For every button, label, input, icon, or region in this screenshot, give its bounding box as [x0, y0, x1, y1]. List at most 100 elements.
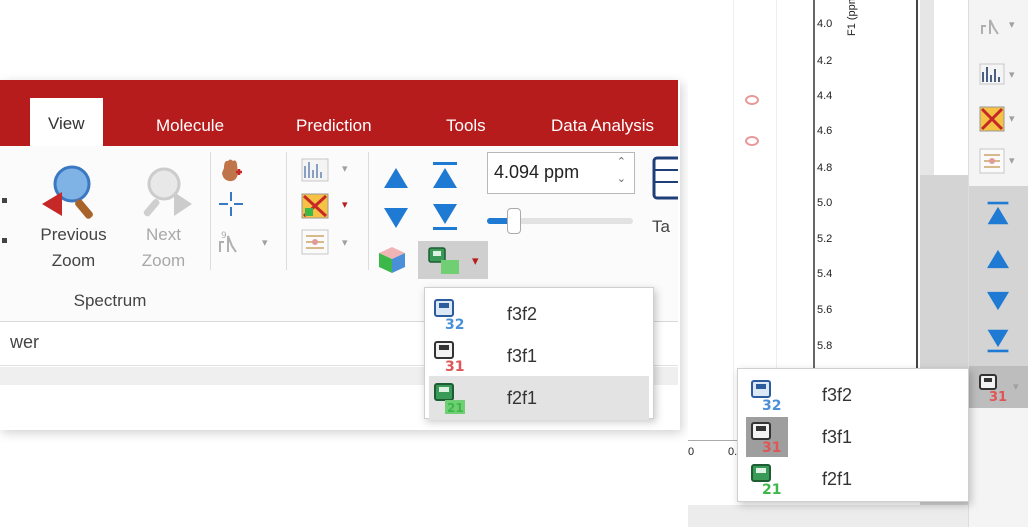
crosshair-icon[interactable] — [216, 190, 246, 218]
contour-peak — [745, 95, 759, 105]
y-tick-label: 5.4 — [817, 268, 833, 280]
y-tick-label: 5.6 — [817, 304, 833, 316]
projection-menu: 32 f3f2 31 f3f1 21 f2f1 — [424, 287, 654, 420]
projection-number: 32 — [445, 317, 464, 332]
next-zoom-label-1: Next — [146, 225, 181, 244]
slider-thumb[interactable] — [507, 208, 521, 234]
vertical-toolbar: ▾ ▾ ▾ ▾ 31 ▾ — [968, 0, 1028, 527]
menu-item-label: f3f2 — [822, 385, 853, 405]
chevron-down-icon[interactable]: ▾ — [1009, 154, 1015, 167]
next-zoom-label-2: Zoom — [141, 251, 186, 270]
group-separator — [210, 152, 211, 270]
menu-item-label: f3f1 — [822, 427, 853, 447]
previous-zoom-button[interactable]: Previous Zoom — [26, 154, 121, 274]
tab-data-analysis[interactable]: Data Analysis — [545, 105, 660, 146]
group-separator — [368, 152, 369, 270]
ribbon-tab-bar: View Molecule Prediction Tools Data Anal… — [0, 80, 678, 146]
move-up-icon[interactable] — [382, 166, 410, 190]
toolbar-nav-group — [969, 186, 1028, 366]
x-tick-label: 0. — [728, 446, 738, 458]
next-zoom-icon — [143, 167, 192, 217]
peak-pick-icon[interactable]: 9 — [216, 228, 246, 256]
move-down-icon[interactable] — [985, 290, 1011, 312]
projection-f3f2-icon: 32 — [751, 380, 781, 413]
move-bottom-icon[interactable] — [430, 202, 460, 232]
spin-down-icon[interactable]: ⌄ — [617, 172, 626, 185]
spectrum-group-label: Spectrum — [73, 291, 147, 310]
spectrum-display-icon[interactable] — [979, 62, 1005, 86]
spectrum-display-icon[interactable] — [300, 156, 330, 184]
table-label: Ta — [652, 217, 670, 236]
tab-view[interactable]: View — [30, 98, 103, 146]
projection-number: 31 — [762, 440, 781, 455]
ppm-spinbox[interactable]: 4.094 ppm ⌃ ⌄ — [487, 152, 635, 194]
y-tick-label: 4.4 — [817, 90, 833, 102]
menu-item-f2f1[interactable]: 21 f2f1 — [429, 376, 649, 420]
dot-icon — [2, 238, 7, 243]
y-tick-label: 4.0 — [817, 18, 833, 30]
menu-item-f3f2[interactable]: 32 f3f2 — [429, 292, 649, 336]
menu-item-label: f3f1 — [507, 346, 538, 366]
projection-f2f1-icon — [428, 247, 459, 274]
chevron-down-icon[interactable]: ▾ — [342, 236, 348, 249]
projection-button[interactable]: 31 ▾ — [969, 366, 1028, 408]
projection-f3f1-icon: 31 — [434, 341, 464, 374]
horizontal-scrollbar[interactable] — [688, 505, 968, 527]
y-tick-label: 5.0 — [817, 197, 833, 209]
previous-zoom-label-1: Previous — [40, 225, 107, 244]
projection-f3f2-icon: 32 — [434, 299, 464, 332]
menu-item-label: f2f1 — [507, 388, 538, 408]
chevron-down-icon[interactable]: ▾ — [262, 236, 268, 249]
projection-button[interactable]: ▾ — [418, 241, 488, 279]
table-icon[interactable] — [652, 156, 678, 200]
previous-zoom-icon — [42, 165, 93, 219]
menu-item-f3f1[interactable]: 31 f3f1 — [742, 415, 964, 459]
projection-f3f1-icon: 31 — [751, 422, 781, 455]
chevron-down-icon[interactable]: ▾ — [1009, 18, 1015, 31]
chevron-down-icon[interactable]: ▾ — [342, 162, 348, 175]
pan-hand-icon[interactable] — [216, 156, 246, 184]
move-bottom-icon[interactable] — [985, 328, 1011, 354]
tab-prediction[interactable]: Prediction — [290, 105, 378, 146]
chevron-down-icon[interactable]: ▾ — [1009, 112, 1015, 125]
tab-molecule[interactable]: Molecule — [150, 105, 230, 146]
projection-f2f1-icon: 21 — [751, 464, 781, 497]
viewer-label: wer — [10, 332, 40, 352]
ppm-value: 4.094 ppm — [494, 162, 580, 182]
chevron-down-icon: ▾ — [472, 253, 479, 268]
stacked-plot-icon[interactable] — [979, 148, 1005, 174]
peak-pick-icon[interactable] — [979, 14, 1005, 36]
menu-item-f2f1[interactable]: 21 f2f1 — [742, 457, 964, 501]
move-top-icon[interactable] — [430, 160, 460, 190]
contour-map-icon[interactable] — [979, 106, 1005, 132]
svg-text:9: 9 — [221, 231, 227, 241]
chevron-down-icon[interactable]: ▾ — [342, 198, 348, 211]
previous-zoom-label-2: Zoom — [51, 251, 96, 270]
cube-3d-icon[interactable] — [376, 244, 408, 276]
chevron-down-icon[interactable]: ▾ — [1009, 68, 1015, 81]
menu-item-f3f1[interactable]: 31 f3f1 — [429, 334, 649, 378]
menu-item-label: f2f1 — [822, 469, 853, 489]
tab-tools[interactable]: Tools — [440, 105, 492, 146]
spin-up-icon[interactable]: ⌃ — [617, 155, 626, 168]
group-separator — [286, 152, 287, 270]
move-top-icon[interactable] — [985, 200, 1011, 226]
y-tick-label: 4.2 — [817, 55, 833, 67]
grid-line — [733, 0, 734, 440]
projection-f2f1-icon: 21 — [434, 383, 465, 415]
menu-item-label: f3f2 — [507, 304, 538, 324]
ppm-slider[interactable] — [487, 208, 633, 234]
contour-peak — [745, 136, 759, 146]
contour-map-icon[interactable] — [300, 192, 330, 220]
next-zoom-button[interactable]: Next Zoom — [126, 154, 201, 274]
chevron-down-icon: ▾ — [1013, 381, 1019, 393]
move-up-icon[interactable] — [985, 248, 1011, 270]
vertical-scrollbar[interactable] — [920, 0, 934, 175]
menu-item-f3f2[interactable]: 32 f3f2 — [742, 373, 964, 417]
projection-number: 31 — [445, 359, 464, 374]
y-tick-label: 5.8 — [817, 340, 833, 352]
move-down-icon[interactable] — [382, 206, 410, 230]
projection-f3f1-icon: 31 — [979, 374, 1007, 402]
projection-menu: 32 f3f2 31 f3f1 21 f2f1 — [737, 368, 969, 502]
stacked-plot-icon[interactable] — [300, 228, 330, 256]
